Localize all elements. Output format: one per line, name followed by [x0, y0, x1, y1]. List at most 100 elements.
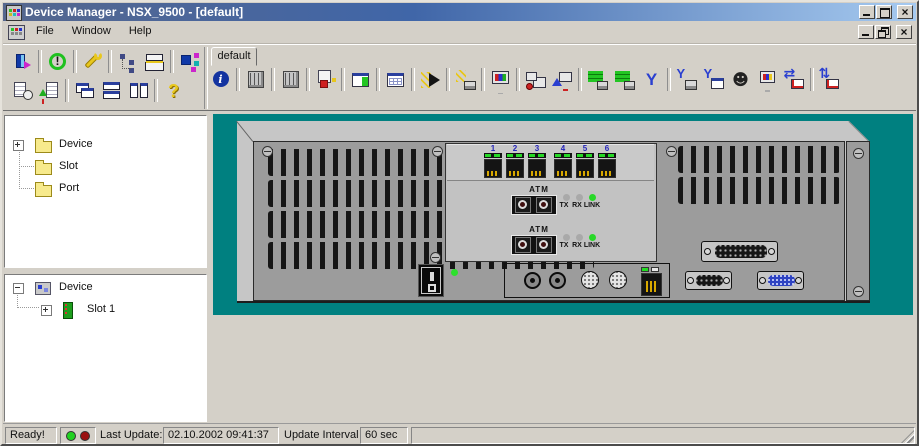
tree-item-label: Port: [59, 182, 80, 194]
session-monitors-icon: [524, 68, 548, 92]
status-icon: [46, 50, 70, 74]
tree-item-port[interactable]: Port: [5, 180, 206, 198]
tree-item-device[interactable]: Device: [5, 136, 206, 154]
topology-button[interactable]: [176, 49, 203, 75]
workstation-button[interactable]: [754, 67, 781, 93]
close-button[interactable]: [897, 5, 913, 19]
status-red-led: [80, 431, 90, 441]
y-cable-port-button[interactable]: [673, 66, 700, 93]
toolbar-separator: [810, 68, 814, 91]
mdi-child-icon: [8, 25, 25, 40]
port-led-bar: [528, 153, 546, 158]
expand-box[interactable]: [13, 140, 24, 151]
vlan-green-2-icon: [613, 68, 637, 92]
tree-item-slot[interactable]: Slot: [5, 158, 206, 176]
port-table-green-button[interactable]: [347, 67, 374, 93]
collapse-box[interactable]: [13, 283, 24, 294]
folder-icon: [35, 182, 52, 197]
atm-module-2[interactable]: ATM TX RX LINK: [447, 221, 654, 260]
menu-window[interactable]: Window: [63, 21, 120, 42]
chassis-front-face: 123456 ATM TX RX LINK ATM TX RX LINK: [253, 141, 845, 301]
tree-item-label: Slot 1: [87, 303, 116, 315]
title-bar: Device Manager - NSX_9500 - [default]: [3, 3, 916, 21]
tree-item-slot-1[interactable]: Slot 1: [5, 301, 206, 319]
mdi-close-button[interactable]: [896, 25, 912, 39]
server-list-button[interactable]: [141, 49, 168, 75]
power-arrow-button[interactable]: [417, 67, 444, 93]
management-rj45-port[interactable]: [641, 266, 663, 297]
rj45-port-5[interactable]: 5: [575, 145, 595, 179]
port-table-green-icon: [349, 68, 373, 92]
rj45-port-2[interactable]: 2: [505, 145, 525, 179]
help-button[interactable]: [160, 78, 187, 104]
session-monitors-button[interactable]: [522, 67, 549, 93]
transfer-clock-button[interactable]: [781, 65, 808, 93]
rj45-port-3[interactable]: 3: [527, 145, 547, 179]
power-led: [451, 269, 458, 276]
tree-item-device[interactable]: Device: [5, 279, 206, 297]
cascade-windows-button[interactable]: [71, 78, 98, 104]
folder-icon: [35, 138, 52, 153]
maximize-button[interactable]: [876, 5, 892, 19]
session-upload-button[interactable]: [549, 67, 576, 93]
menu-help[interactable]: Help: [120, 21, 161, 42]
rj45-port-6[interactable]: 6: [597, 145, 617, 179]
tile-horizontal-button[interactable]: [98, 78, 125, 104]
power-switch[interactable]: [418, 264, 444, 297]
vlan-green-button[interactable]: [584, 67, 611, 93]
minimize-button[interactable]: [859, 5, 875, 19]
db9-connector: [685, 271, 732, 290]
port-table-button[interactable]: [382, 67, 409, 93]
toolbar-separator: [411, 68, 415, 91]
y-cable-table-button[interactable]: [700, 66, 727, 93]
info-button[interactable]: [207, 67, 234, 93]
port-number: 1: [490, 144, 496, 153]
atm-module-1[interactable]: ATM TX RX LINK: [447, 181, 654, 220]
rj45-jack-icon: [598, 159, 616, 178]
mdi-restore-button[interactable]: [875, 25, 891, 39]
chassis-view-icon: [244, 68, 268, 92]
tree-view-button[interactable]: [114, 49, 141, 75]
y-cable-port-icon: [675, 66, 699, 92]
chassis-view-2-button[interactable]: [277, 67, 304, 93]
last-update-value: 02.10.2002 09:41:37: [168, 429, 269, 441]
rj45-port-1[interactable]: 1: [483, 145, 503, 179]
port-number: 6: [604, 144, 610, 153]
connection-setup-icon: [314, 68, 338, 92]
resize-grip[interactable]: [901, 430, 914, 443]
tab-default[interactable]: default: [211, 47, 257, 66]
transfer-clock-upload-button[interactable]: [816, 65, 843, 93]
ethernet-slot: 1 2 3 4 5 6: [447, 144, 654, 181]
rj45-port-4[interactable]: 4: [553, 145, 573, 179]
toolbar-separator: [65, 79, 69, 102]
status-empty-panel: [411, 427, 915, 444]
vlan-green-2-button[interactable]: [611, 67, 638, 93]
port-power-button[interactable]: [452, 67, 479, 93]
chassis-view-button[interactable]: [242, 67, 269, 93]
fiber-sc-connector-block: [511, 235, 557, 255]
expand-box[interactable]: [41, 305, 52, 316]
configure-wrench-button[interactable]: [79, 49, 106, 75]
update-document-button[interactable]: [36, 78, 63, 104]
din-connector-icon: [609, 271, 627, 289]
fiber-sc-connector-block: [511, 195, 557, 215]
mdi-minimize-button[interactable]: [858, 25, 874, 39]
toolbar-zone: default: [3, 44, 916, 111]
device-login-button[interactable]: [9, 49, 36, 75]
y-cable-button[interactable]: [638, 67, 665, 93]
y-cable-table-icon: [702, 66, 726, 92]
toolbar-separator: [667, 68, 671, 91]
link-led: [641, 267, 649, 272]
terminal-button[interactable]: [487, 67, 514, 93]
transfer-clock-icon: [783, 65, 807, 92]
rj45-jack-icon: [484, 159, 502, 178]
port-table-icon: [384, 68, 408, 92]
connection-setup-button[interactable]: [312, 67, 339, 93]
menu-file[interactable]: File: [27, 21, 63, 42]
log-clock-button[interactable]: [9, 78, 36, 104]
port-led-bar: [484, 153, 502, 158]
sc-connector-icon: [536, 237, 552, 253]
status-button[interactable]: [44, 49, 71, 75]
tile-vertical-button[interactable]: [125, 78, 152, 104]
operator-button[interactable]: [727, 67, 754, 93]
